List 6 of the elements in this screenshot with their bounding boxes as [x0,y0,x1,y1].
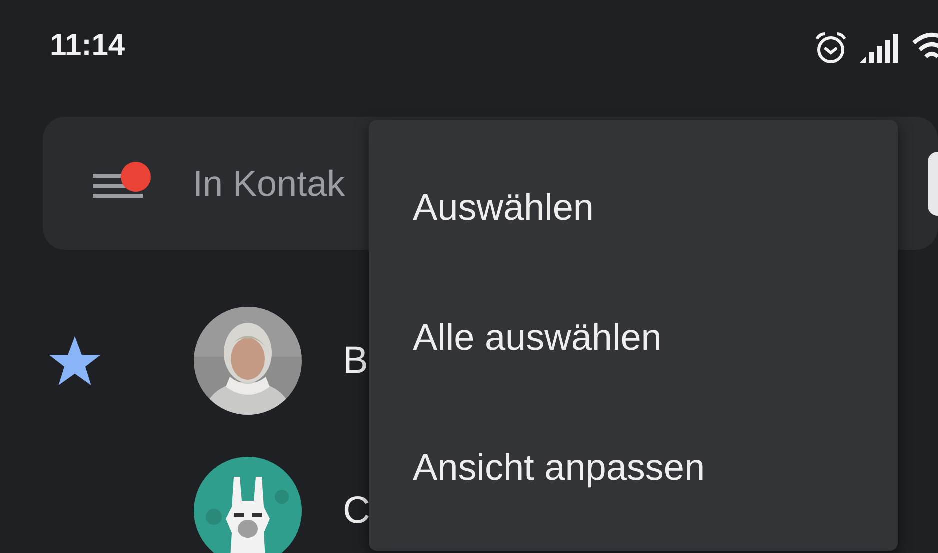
menu-item[interactable]: Ansicht anpassen [369,403,898,533]
contact-name[interactable]: B [343,340,368,382]
status-time: 11:14 [50,28,126,62]
contact-name[interactable]: C [343,490,370,532]
menu-item[interactable]: Alle auswählen [369,273,898,403]
menu-item[interactable]: Auswählen [369,143,898,273]
